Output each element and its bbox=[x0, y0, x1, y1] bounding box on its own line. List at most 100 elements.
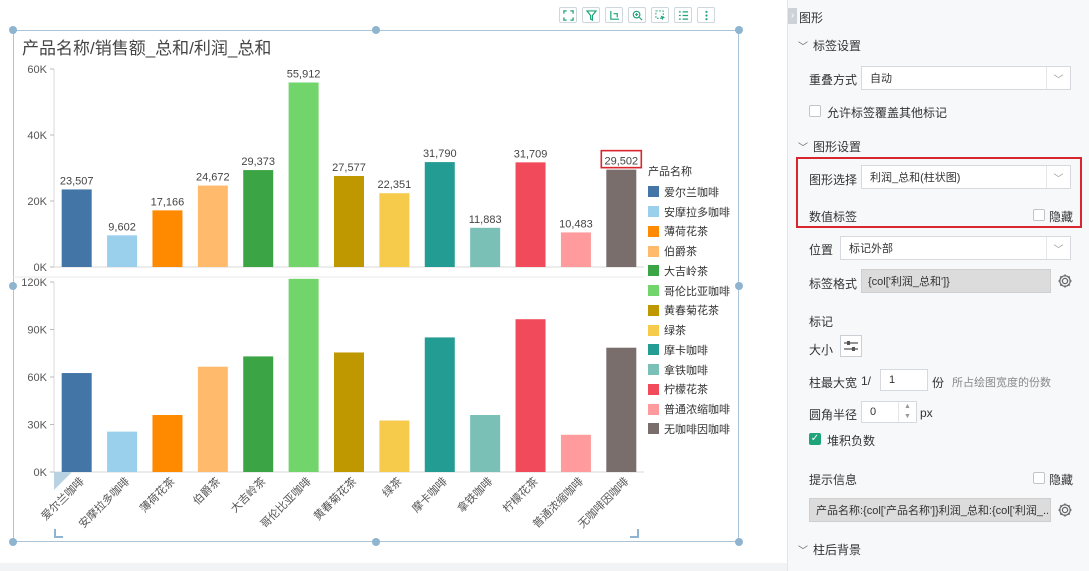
data-label: 22,351 bbox=[378, 179, 412, 191]
bar-profit bbox=[515, 162, 546, 267]
section-label-settings[interactable]: ﹀ 标签设置 bbox=[798, 37, 861, 54]
x-tick-label: 大吉岭茶 bbox=[227, 474, 268, 515]
bar-profit bbox=[152, 210, 183, 267]
legend-item[interactable]: 柠檬花茶 bbox=[648, 380, 730, 400]
y-tick-label: 30K bbox=[27, 420, 47, 432]
legend-label: 伯爵茶 bbox=[664, 246, 697, 259]
legend-item[interactable]: 伯爵茶 bbox=[648, 241, 730, 261]
stepper-icon[interactable]: ▲ ▼ bbox=[898, 402, 916, 422]
shape-select[interactable]: 利润_总和(柱状图) ﹀ bbox=[861, 165, 1071, 189]
legend-label: 无咖啡因咖啡 bbox=[664, 423, 730, 436]
position-select[interactable]: 标记外部 ﹀ bbox=[840, 236, 1071, 260]
chevron-down-icon: ﹀ bbox=[798, 546, 808, 557]
x-tick-label: 柠檬花茶 bbox=[500, 474, 541, 515]
panel-title: 图形 bbox=[799, 11, 824, 25]
bar-sales bbox=[334, 352, 364, 472]
legend-swatch bbox=[648, 364, 659, 376]
legend-item[interactable]: 无咖啡因咖啡 bbox=[648, 419, 730, 439]
legend-label: 黄春菊花茶 bbox=[664, 305, 719, 318]
legend-swatch bbox=[648, 245, 659, 257]
data-label: 24,672 bbox=[196, 172, 230, 184]
size-label: 大小 bbox=[809, 343, 834, 357]
label-format-input[interactable]: {col['利润_总和']} bbox=[861, 269, 1051, 293]
chevron-down-icon: ﹀ bbox=[1046, 67, 1070, 89]
data-label: 11,883 bbox=[469, 214, 502, 226]
legend-item[interactable]: 安摩拉多咖啡 bbox=[648, 202, 730, 222]
y-tick-label: 60K bbox=[27, 64, 47, 76]
legend-label: 普通浓缩咖啡 bbox=[664, 404, 730, 417]
legend-label: 拿铁咖啡 bbox=[664, 364, 708, 377]
legend-item[interactable]: 普通浓缩咖啡 bbox=[648, 399, 730, 419]
stack-negative-checkbox[interactable]: ✓ bbox=[809, 433, 821, 445]
value-label-hide-label: 隐藏 bbox=[1049, 210, 1074, 224]
corner-radius-label: 圆角半径 bbox=[809, 408, 858, 422]
overlap-mode-select[interactable]: 自动 ﹀ bbox=[861, 66, 1071, 90]
legend-swatch bbox=[648, 344, 659, 356]
legend-swatch bbox=[648, 265, 659, 277]
legend-label: 安摩拉多咖啡 bbox=[664, 206, 730, 219]
chevron-down-icon: ﹀ bbox=[1046, 237, 1070, 259]
bar-width-prefix: 1/ bbox=[861, 374, 872, 388]
bar-sales bbox=[61, 373, 92, 472]
legend-item[interactable]: 爱尔兰咖啡 bbox=[648, 182, 730, 202]
bar-width-input[interactable]: 1 bbox=[880, 369, 928, 391]
mark-label: 标记 bbox=[809, 315, 834, 329]
position-value: 标记外部 bbox=[849, 243, 893, 255]
bar-profit bbox=[606, 169, 637, 267]
data-label: 31,709 bbox=[514, 148, 548, 160]
y-tick-label: 0K bbox=[34, 262, 48, 274]
legend-item[interactable]: 黄春菊花茶 bbox=[648, 301, 730, 321]
properties-panel: › 图形 ﹀ 标签设置 重叠方式 自动 ﹀ 允许标签覆盖其他标记 ﹀ 图形设置 … bbox=[788, 0, 1089, 571]
tooltip-hide-label: 隐藏 bbox=[1049, 473, 1074, 487]
x-tick-label: 拿铁咖啡 bbox=[454, 474, 495, 515]
gear-icon[interactable] bbox=[1057, 273, 1073, 289]
bar-sales bbox=[424, 337, 455, 472]
legend-swatch bbox=[648, 225, 659, 237]
y-tick-label: 20K bbox=[27, 196, 47, 208]
value-label-title: 数值标签 bbox=[809, 210, 858, 224]
bar-profit bbox=[107, 235, 138, 267]
section-shape-settings[interactable]: ﹀ 图形设置 bbox=[798, 138, 861, 155]
bar-profit bbox=[243, 170, 274, 267]
legend-item[interactable]: 薄荷花茶 bbox=[648, 222, 730, 242]
bar-profit bbox=[470, 227, 501, 267]
legend-item[interactable]: 哥伦比亚咖啡 bbox=[648, 281, 730, 301]
stack-negative-label: 堆积负数 bbox=[827, 434, 876, 448]
data-label: 17,166 bbox=[151, 196, 185, 208]
x-tick-label: 黄春菊花茶 bbox=[310, 474, 359, 523]
bar-width-value: 1 bbox=[889, 374, 896, 386]
bar-profit bbox=[197, 185, 228, 267]
collapse-panel-icon[interactable]: › bbox=[788, 8, 797, 24]
gear-icon[interactable] bbox=[1057, 502, 1073, 518]
legend-label: 大吉岭茶 bbox=[664, 265, 708, 278]
legend-item[interactable]: 绿茶 bbox=[648, 320, 730, 340]
legend-label: 哥伦比亚咖啡 bbox=[664, 285, 730, 298]
legend-item[interactable]: 拿铁咖啡 bbox=[648, 360, 730, 380]
data-label: 55,912 bbox=[287, 68, 321, 80]
y-tick-label: 40K bbox=[27, 130, 47, 142]
bar-sales bbox=[243, 356, 274, 472]
size-slider-icon[interactable] bbox=[840, 335, 862, 357]
bar-sales bbox=[515, 319, 546, 472]
section-bar-background[interactable]: ﹀ 柱后背景 bbox=[798, 541, 861, 558]
tooltip-format-input[interactable]: 产品名称:{col['产品名称']}利润_总和:{col['利润_... bbox=[809, 498, 1051, 522]
y-tick-label: 120K bbox=[21, 277, 47, 289]
label-format-label: 标签格式 bbox=[809, 277, 858, 291]
x-tick-label: 摩卡咖啡 bbox=[409, 474, 450, 515]
bar-profit bbox=[379, 193, 410, 267]
legend-item[interactable]: 大吉岭茶 bbox=[648, 261, 730, 281]
legend-swatch bbox=[648, 383, 659, 395]
value-label-hide-checkbox[interactable] bbox=[1033, 209, 1045, 221]
chevron-down-icon: ﹀ bbox=[798, 143, 808, 154]
bar-profit bbox=[334, 175, 364, 267]
legend-label: 绿茶 bbox=[664, 325, 686, 338]
corner-radius-input[interactable]: 0 ▲ ▼ bbox=[861, 401, 917, 423]
tooltip-hide-checkbox[interactable] bbox=[1033, 472, 1045, 484]
data-label: 27,577 bbox=[332, 162, 366, 174]
legend-title: 产品名称 bbox=[648, 166, 692, 178]
legend-item[interactable]: 摩卡咖啡 bbox=[648, 340, 730, 360]
y-tick-label: 60K bbox=[27, 372, 47, 384]
bar-width-hint: 所占绘图宽度的份数 bbox=[952, 377, 1051, 389]
allow-cover-checkbox[interactable] bbox=[809, 105, 821, 117]
tooltip-label: 提示信息 bbox=[809, 473, 858, 487]
